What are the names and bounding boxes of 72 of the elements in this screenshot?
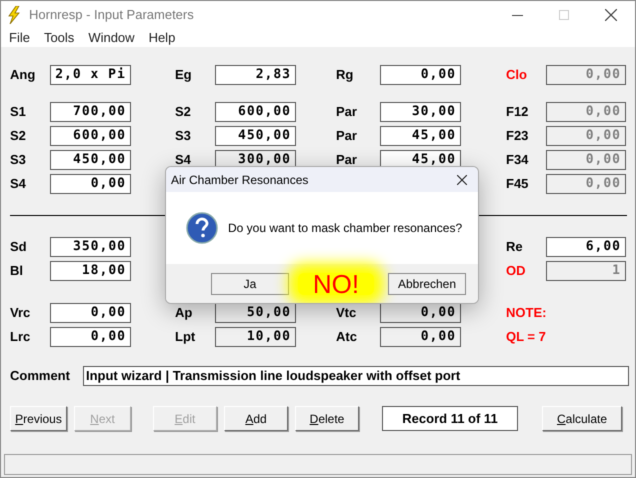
toolbar-button[interactable]: Calculate: [542, 406, 622, 431]
comment-label: Comment: [10, 367, 71, 386]
field-label: Ap: [175, 304, 192, 322]
field-label: S4: [10, 175, 26, 194]
field-label: Atc: [336, 328, 357, 346]
dialog-title: Air Chamber Resonances: [171, 172, 308, 188]
input-field[interactable]: 0,00: [380, 65, 461, 85]
field-label: Lrc: [10, 328, 30, 346]
cancel-button[interactable]: Abbrechen: [388, 272, 466, 294]
toolbar-button[interactable]: Add: [224, 406, 288, 431]
field-label: Bl: [10, 262, 23, 280]
field-label: F45: [506, 175, 528, 194]
input-field[interactable]: 18,00: [50, 261, 131, 281]
window-title: Hornresp - Input Parameters: [29, 6, 194, 24]
field-label: S3: [175, 127, 191, 146]
field-label: Sd: [10, 238, 27, 256]
input-field[interactable]: 0,00: [380, 327, 461, 347]
input-field[interactable]: 6,00: [546, 237, 626, 257]
input-field[interactable]: 0,00: [50, 174, 131, 194]
input-field[interactable]: 45,00: [380, 126, 461, 146]
input-field[interactable]: 600,00: [50, 126, 131, 146]
menu-item[interactable]: File: [9, 28, 30, 48]
input-field[interactable]: 0,00: [50, 327, 131, 347]
field-label: Eg: [175, 66, 192, 84]
record-counter: Record 11 of 11: [382, 406, 518, 431]
field-label: F34: [506, 151, 528, 170]
field-label: Lpt: [175, 328, 196, 346]
close-icon[interactable]: [457, 174, 467, 184]
field-label: OD: [506, 262, 526, 280]
field-label: QL = 7: [506, 328, 546, 346]
toolbar-button[interactable]: Previous: [10, 406, 67, 431]
field-label: NOTE:: [506, 304, 546, 322]
field-label: Rg: [336, 66, 354, 84]
field-label: S2: [175, 103, 191, 122]
menu-item[interactable]: Tools: [44, 28, 74, 48]
field-label: Par: [336, 103, 357, 122]
lightning-icon: [7, 6, 21, 24]
input-field[interactable]: 30,00: [380, 102, 461, 122]
field-label: Clo: [506, 66, 527, 84]
field-label: Ang: [10, 66, 36, 84]
input-field[interactable]: 2,83: [215, 65, 296, 85]
field-label: F12: [506, 103, 528, 122]
field-label: Par: [336, 151, 357, 170]
field-label: Par: [336, 127, 357, 146]
field-label: Vtc: [336, 304, 356, 322]
input-field[interactable]: 600,00: [215, 102, 296, 122]
yes-button[interactable]: Ja: [211, 272, 289, 294]
dialog-message: Do you want to mask chamber resonances?: [228, 220, 462, 237]
question-icon: [186, 212, 218, 244]
input-field[interactable]: 2,0 x Pi: [50, 65, 131, 85]
input-field[interactable]: 350,00: [50, 237, 131, 257]
field-label: S4: [175, 151, 191, 170]
input-field[interactable]: 0,00: [380, 303, 461, 323]
input-field[interactable]: 10,00: [215, 327, 296, 347]
field-label: S1: [10, 103, 26, 122]
input-field[interactable]: 450,00: [215, 126, 296, 146]
toolbar-button[interactable]: Delete: [295, 406, 359, 431]
input-field[interactable]: 700,00: [50, 102, 131, 122]
input-field[interactable]: 450,00: [50, 150, 131, 170]
field-label: F23: [506, 127, 528, 146]
input-field[interactable]: 50,00: [215, 303, 296, 323]
field-label: Re: [506, 238, 523, 256]
comment-field[interactable]: Input wizard | Transmission line loudspeaker with offset port: [83, 366, 629, 386]
menu-item[interactable]: Help: [148, 28, 176, 48]
field-label: S2: [10, 127, 26, 146]
minimize-icon[interactable]: [512, 14, 523, 16]
menu-item[interactable]: Window: [88, 28, 135, 48]
annotation-text: NO!: [312, 270, 360, 296]
field-label: S3: [10, 151, 26, 170]
close-icon[interactable]: [605, 9, 617, 21]
input-field[interactable]: 0,00: [50, 303, 131, 323]
field-label: Vrc: [10, 304, 30, 322]
